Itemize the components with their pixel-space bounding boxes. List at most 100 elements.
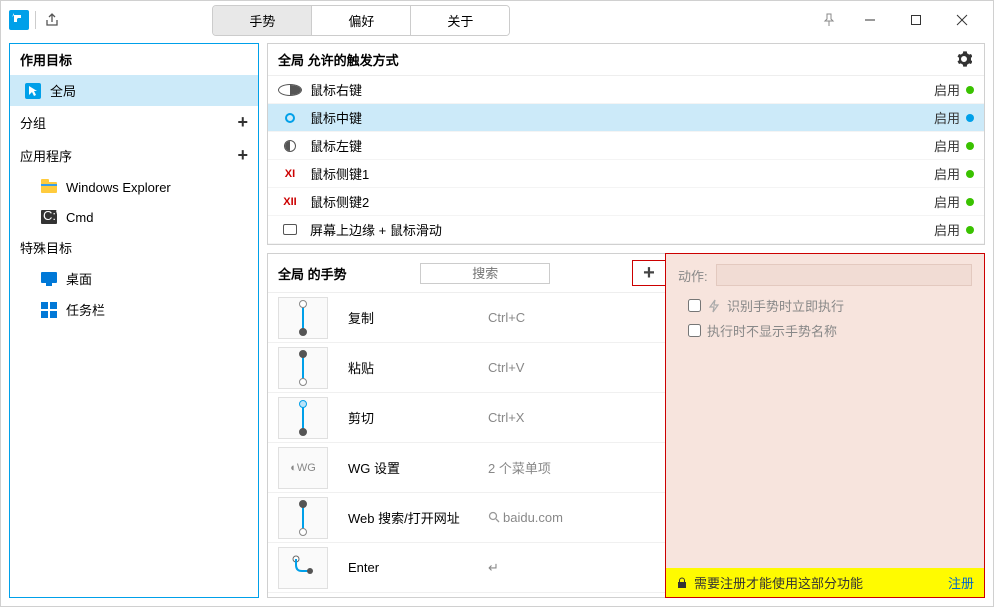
trigger-icon: XII xyxy=(278,196,302,208)
explorer-icon xyxy=(40,178,58,196)
trigger-icon xyxy=(278,113,302,123)
gesture-list: 复制 Ctrl+C 粘贴 Ctrl+V 剪切 Ctrl+X◐WG WG 设置 2… xyxy=(268,293,665,597)
gesture-glyph xyxy=(278,597,328,598)
action-label: 动作: xyxy=(678,266,708,285)
action-select[interactable] xyxy=(716,264,972,286)
plus-icon[interactable]: + xyxy=(237,112,248,133)
trigger-name: 鼠标侧键1 xyxy=(310,164,934,183)
gesture-shortcut: Ctrl+C xyxy=(488,310,525,325)
trigger-status: 启用 xyxy=(934,220,960,239)
sidebar-item-label: 桌面 xyxy=(66,269,92,288)
gesture-row[interactable]: 剪切 Ctrl+X xyxy=(268,393,665,443)
gesture-row[interactable]: 粘贴并 Enter Ctrl+V ↵ xyxy=(268,593,665,597)
tab-gesture[interactable]: 手势 xyxy=(213,6,311,35)
lightning-icon xyxy=(707,299,721,313)
trigger-row[interactable]: XI 鼠标侧键1 启用 xyxy=(268,160,984,188)
gesture-name: Enter xyxy=(348,560,488,575)
gesture-row[interactable]: ◐WG WG 设置 2 个菜单项 xyxy=(268,443,665,493)
register-notice: 需要注册才能使用这部分功能 注册 xyxy=(666,568,984,597)
sidebar-group-label: 分组 xyxy=(20,113,46,132)
gesture-name: 粘贴 xyxy=(348,358,488,377)
gesture-glyph: ◐WG xyxy=(278,447,328,489)
trigger-panel-title: 全局 允许的触发方式 xyxy=(278,50,399,69)
gesture-glyph xyxy=(278,397,328,439)
trigger-name: 鼠标中键 xyxy=(310,108,934,127)
gear-icon[interactable] xyxy=(956,51,974,69)
close-button[interactable] xyxy=(939,2,985,38)
trigger-row[interactable]: 鼠标右键 启用 xyxy=(268,76,984,104)
cursor-icon xyxy=(24,82,42,100)
sidebar-item-app[interactable]: Windows Explorer xyxy=(10,172,258,202)
lock-icon xyxy=(676,577,688,589)
sidebar-group-label: 应用程序 xyxy=(20,146,72,165)
notice-text: 需要注册才能使用这部分功能 xyxy=(694,573,863,592)
sidebar-group-group[interactable]: 分组 + xyxy=(10,106,258,139)
cmd-icon: C:\ xyxy=(40,208,58,226)
trigger-row[interactable]: XII 鼠标侧键2 启用 xyxy=(268,188,984,216)
divider xyxy=(35,11,36,29)
gesture-name: 剪切 xyxy=(348,408,488,427)
sidebar-group-label: 特殊目标 xyxy=(20,238,72,257)
title-bar: 手势 偏好 关于 xyxy=(1,1,993,39)
check-immediate[interactable]: 识别手势时立即执行 xyxy=(678,296,972,315)
checkbox[interactable] xyxy=(688,324,701,337)
main-tabs: 手势 偏好 关于 xyxy=(212,5,510,36)
pin-icon[interactable] xyxy=(811,2,847,38)
gesture-glyph xyxy=(278,347,328,389)
gesture-row[interactable]: 复制 Ctrl+C xyxy=(268,293,665,343)
svg-text:C:\: C:\ xyxy=(43,210,57,223)
sidebar-item-label: 任务栏 xyxy=(66,300,105,319)
trigger-status: 启用 xyxy=(934,192,960,211)
trigger-row[interactable]: 屏幕上边缘 + 鼠标滑动 启用 xyxy=(268,216,984,244)
status-dot xyxy=(966,170,974,178)
share-icon[interactable] xyxy=(42,10,62,30)
trigger-name: 鼠标侧键2 xyxy=(310,192,934,211)
check-label: 执行时不显示手势名称 xyxy=(707,321,837,340)
minimize-button[interactable] xyxy=(847,2,893,38)
gesture-shortcut: ↵ xyxy=(488,560,499,576)
register-link[interactable]: 注册 xyxy=(948,573,974,592)
sidebar-item-taskbar[interactable]: 任务栏 xyxy=(10,294,258,325)
trigger-name: 鼠标左键 xyxy=(310,136,934,155)
tab-pref[interactable]: 偏好 xyxy=(311,6,410,35)
trigger-row[interactable]: 鼠标左键 启用 xyxy=(268,132,984,160)
gesture-name: Web 搜索/打开网址 xyxy=(348,508,488,527)
gesture-shortcut: baidu.com xyxy=(488,510,563,525)
status-dot xyxy=(966,86,974,94)
trigger-icon xyxy=(278,224,302,235)
gesture-row[interactable]: 粘贴 Ctrl+V xyxy=(268,343,665,393)
gesture-shortcut: Ctrl+V xyxy=(488,360,524,375)
search-input[interactable] xyxy=(420,263,550,284)
gesture-shortcut: 2 个菜单项 xyxy=(488,458,551,477)
trigger-icon xyxy=(278,140,302,152)
status-dot xyxy=(966,114,974,122)
sidebar: 作用目标 全局 分组 + 应用程序 + Windows Explorer C:\… xyxy=(9,43,259,598)
check-hidename[interactable]: 执行时不显示手势名称 xyxy=(678,321,972,340)
sidebar-group-apps[interactable]: 应用程序 + xyxy=(10,139,258,172)
action-panel: 动作: 识别手势时立即执行 执行时不显示手势名称 xyxy=(665,253,985,598)
sidebar-header: 作用目标 xyxy=(10,44,258,75)
plus-icon[interactable]: + xyxy=(237,145,248,166)
gesture-glyph xyxy=(278,547,328,589)
sidebar-item-global[interactable]: 全局 xyxy=(10,75,258,106)
sidebar-group-special: 特殊目标 xyxy=(10,232,258,263)
sidebar-item-desktop[interactable]: 桌面 xyxy=(10,263,258,294)
trigger-panel: 全局 允许的触发方式 鼠标右键 启用 鼠标中键 启用 鼠标左键 启用 XI 鼠标… xyxy=(267,43,985,245)
add-gesture-button[interactable]: + xyxy=(632,260,665,286)
sidebar-item-label: Windows Explorer xyxy=(66,180,171,195)
gesture-row[interactable]: Enter ↵ xyxy=(268,543,665,593)
gesture-list-panel: 全局 的手势 + 复制 Ctrl+C 粘贴 Ctrl+V 剪切 Ctrl+X◐W… xyxy=(267,253,665,598)
trigger-icon xyxy=(278,84,302,96)
maximize-button[interactable] xyxy=(893,2,939,38)
gesture-row[interactable]: Web 搜索/打开网址 baidu.com xyxy=(268,493,665,543)
checkbox[interactable] xyxy=(688,299,701,312)
check-label: 识别手势时立即执行 xyxy=(727,296,844,315)
trigger-status: 启用 xyxy=(934,136,960,155)
trigger-name: 鼠标右键 xyxy=(310,80,934,99)
trigger-row[interactable]: 鼠标中键 启用 xyxy=(268,104,984,132)
sidebar-item-app[interactable]: C:\ Cmd xyxy=(10,202,258,232)
tab-about[interactable]: 关于 xyxy=(410,6,509,35)
sidebar-item-label: 全局 xyxy=(50,81,76,100)
gesture-name: WG 设置 xyxy=(348,458,488,477)
desktop-icon xyxy=(40,270,58,288)
